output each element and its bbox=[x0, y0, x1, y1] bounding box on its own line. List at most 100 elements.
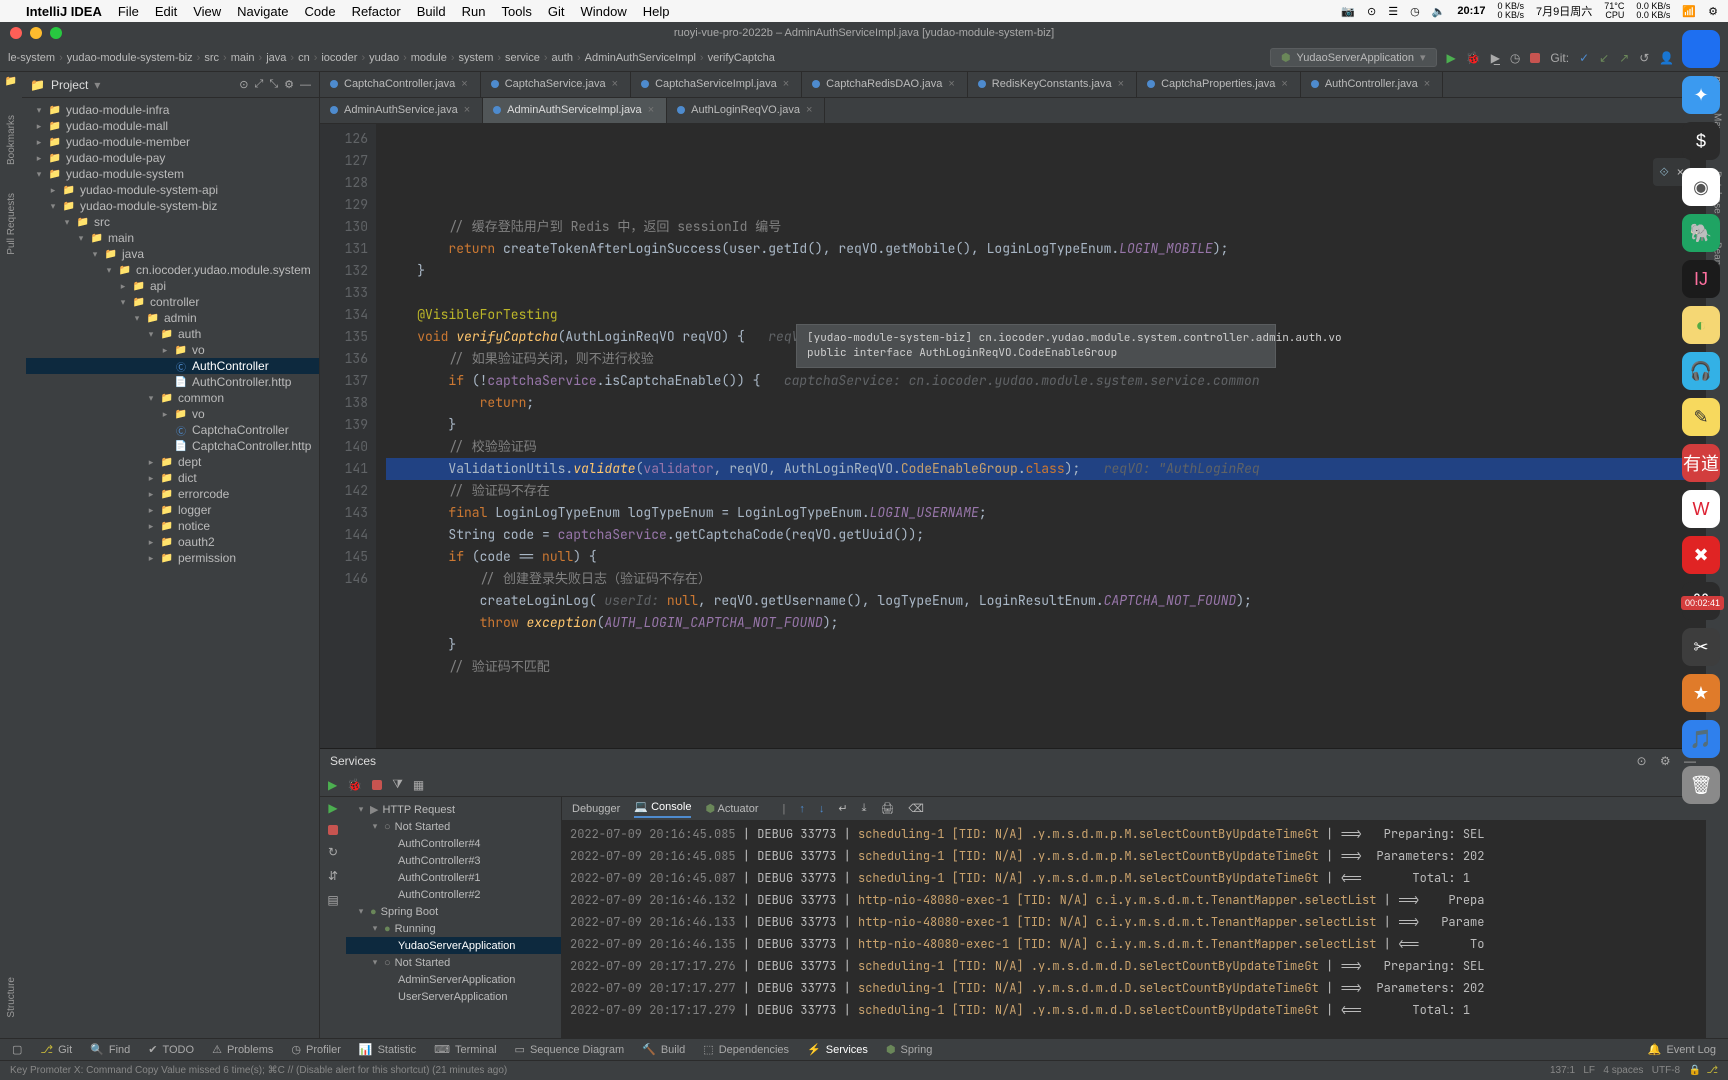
debug-button[interactable]: 🐞 bbox=[1466, 51, 1481, 65]
dock-app[interactable]: ✦ bbox=[1682, 76, 1720, 114]
expand-all-icon[interactable]: ⤢ bbox=[255, 78, 264, 91]
breadcrumb-item[interactable]: service bbox=[505, 52, 540, 64]
toolwindow-project[interactable]: 📁 bbox=[5, 76, 17, 87]
code-line[interactable]: // 创建登录失败日志（验证码不存在） bbox=[386, 568, 1706, 590]
filter-icon[interactable]: ⇵ bbox=[328, 869, 338, 883]
dock-app[interactable]: ◉ bbox=[1682, 168, 1720, 206]
dock-app[interactable]: W bbox=[1682, 490, 1720, 528]
project-tree-row[interactable]: ▸📁yudao-module-system-api bbox=[26, 182, 319, 198]
gutter-line[interactable]: 127 bbox=[320, 150, 368, 172]
status-eol[interactable]: LF bbox=[1583, 1065, 1595, 1076]
services-tree-row[interactable]: ▾○ Not Started bbox=[346, 954, 561, 971]
tool-git[interactable]: ⎇Git bbox=[40, 1043, 72, 1056]
project-tree-row[interactable]: 📄AuthController.http bbox=[26, 374, 319, 390]
project-tree-row[interactable]: ▸📁errorcode bbox=[26, 486, 319, 502]
console-wrap-icon[interactable]: ↵ bbox=[838, 802, 847, 815]
layout-icon[interactable]: ▤ bbox=[327, 893, 338, 907]
gutter-line[interactable]: 129 bbox=[320, 194, 368, 216]
project-tree-row[interactable]: ▾📁cn.iocoder.yudao.module.system bbox=[26, 262, 319, 278]
gutter-line[interactable]: 140 bbox=[320, 436, 368, 458]
project-panel-title[interactable]: Project bbox=[51, 78, 88, 92]
status-git-branch-icon[interactable]: ⎇ bbox=[1706, 1065, 1718, 1076]
services-tree-row[interactable]: ▾○ Not Started bbox=[346, 818, 561, 835]
tool-dependencies[interactable]: ⬚Dependencies bbox=[703, 1043, 789, 1056]
collapse-all-icon[interactable]: ⤡ bbox=[269, 78, 278, 91]
gutter-line[interactable]: 141 bbox=[320, 458, 368, 480]
status-cursor[interactable]: 137:1 bbox=[1550, 1065, 1575, 1076]
editor-tab[interactable]: AdminAuthService.java× bbox=[320, 98, 483, 123]
menu-file[interactable]: File bbox=[118, 4, 139, 19]
menubar-volume-icon[interactable]: 🔈 bbox=[1432, 5, 1446, 18]
close-tab-icon[interactable]: × bbox=[1281, 78, 1287, 90]
vcs-history-icon[interactable]: ↺ bbox=[1639, 51, 1649, 65]
log-line[interactable]: 2022-07-09 20:16:46.135 | DEBUG 33773 | … bbox=[570, 933, 1698, 955]
profile-button[interactable]: ◷ bbox=[1510, 51, 1520, 65]
close-tab-icon[interactable]: × bbox=[464, 104, 470, 116]
services-tree-row[interactable]: UserServerApplication bbox=[346, 988, 561, 1005]
gutter-line[interactable]: 128 bbox=[320, 172, 368, 194]
close-tab-icon[interactable]: × bbox=[806, 104, 812, 116]
project-tree-row[interactable]: ▸📁notice bbox=[26, 518, 319, 534]
editor-code[interactable]: ✔ ⟐ ✕ // 缓存登陆用户到 Redis 中，返回 sessionId 编号… bbox=[376, 124, 1706, 748]
dock-app[interactable] bbox=[1682, 30, 1720, 68]
code-line[interactable]: } bbox=[386, 414, 1706, 436]
dock-app[interactable]: ✂ bbox=[1682, 628, 1720, 666]
log-line[interactable]: 2022-07-09 20:17:17.276 | DEBUG 33773 | … bbox=[570, 955, 1698, 977]
breadcrumb-item[interactable]: cn bbox=[298, 52, 310, 64]
console-clear-icon[interactable]: ⌫ bbox=[908, 802, 924, 815]
code-line[interactable]: // 验证码不存在 bbox=[386, 480, 1706, 502]
project-tree-row[interactable]: ▸📁permission bbox=[26, 550, 319, 566]
gutter-line[interactable]: 131 bbox=[320, 238, 368, 260]
services-settings-icon[interactable]: ⊙ bbox=[1636, 754, 1646, 768]
menubar-icon[interactable]: ☰ bbox=[1388, 5, 1398, 18]
editor-tab[interactable]: AuthController.java× bbox=[1301, 72, 1443, 97]
log-line[interactable]: 2022-07-09 20:17:17.277 | DEBUG 33773 | … bbox=[570, 977, 1698, 999]
screen-record-badge[interactable]: 00:02:41 bbox=[1681, 596, 1724, 610]
services-run-icon[interactable]: ▶ bbox=[328, 778, 337, 792]
project-tree-row[interactable]: ▸📁yudao-module-mall bbox=[26, 118, 319, 134]
editor-gutter[interactable]: 1261271281291301311321331341351361371381… bbox=[320, 124, 376, 748]
project-tree-row[interactable]: ▸📁vo bbox=[26, 342, 319, 358]
toolwindow-pull-requests[interactable]: Pull Requests bbox=[6, 193, 17, 255]
log-line[interactable]: 2022-07-09 20:16:45.085 | DEBUG 33773 | … bbox=[570, 823, 1698, 845]
code-line[interactable]: if (!captchaService.isCaptchaEnable()) {… bbox=[386, 370, 1706, 392]
code-line[interactable]: // 缓存登陆用户到 Redis 中，返回 sessionId 编号 bbox=[386, 216, 1706, 238]
dock-app[interactable]: 🎵 bbox=[1682, 720, 1720, 758]
coverage-button[interactable]: ▶̲ bbox=[1491, 51, 1500, 65]
gutter-line[interactable]: 138 bbox=[320, 392, 368, 414]
settings-icon[interactable]: ⚙ bbox=[284, 78, 294, 91]
breadcrumb-item[interactable]: verifyCaptcha bbox=[708, 52, 775, 64]
tool-profiler[interactable]: ◷Profiler bbox=[291, 1043, 340, 1056]
code-line[interactable]: ValidationUtils.validate(validator, reqV… bbox=[386, 458, 1706, 480]
gutter-line[interactable]: 139 bbox=[320, 414, 368, 436]
code-line[interactable]: // 验证码不匹配 bbox=[386, 656, 1706, 678]
code-line[interactable]: } bbox=[386, 634, 1706, 656]
code-line[interactable]: @VisibleForTesting bbox=[386, 304, 1706, 326]
breadcrumb[interactable]: le-system›yudao-module-system-biz›src›ma… bbox=[8, 52, 1264, 64]
status-indent[interactable]: 4 spaces bbox=[1603, 1065, 1643, 1076]
editor-tab[interactable]: CaptchaService.java× bbox=[481, 72, 631, 97]
dock-app[interactable]: IJ bbox=[1682, 260, 1720, 298]
menu-run[interactable]: Run bbox=[462, 4, 486, 19]
project-tree-row[interactable]: ▾📁common bbox=[26, 390, 319, 406]
close-tab-icon[interactable]: × bbox=[612, 78, 618, 90]
services-tree-row[interactable]: YudaoServerApplication bbox=[346, 937, 561, 954]
services-tree-row[interactable]: AdminServerApplication bbox=[346, 971, 561, 988]
tool-problems[interactable]: ⚠Problems bbox=[212, 1043, 273, 1056]
hide-icon[interactable]: — bbox=[300, 79, 311, 91]
toolwindow-structure[interactable]: Structure bbox=[6, 977, 17, 1018]
services-pin-icon[interactable]: ↻ bbox=[328, 845, 338, 859]
gutter-line[interactable]: 136 bbox=[320, 348, 368, 370]
project-tree-row[interactable]: ▾📁auth bbox=[26, 326, 319, 342]
tab-debugger[interactable]: Debugger bbox=[572, 803, 620, 815]
project-tree-row[interactable]: ▾📁yudao-module-system-biz bbox=[26, 198, 319, 214]
project-tree-row[interactable]: ▸📁yudao-module-member bbox=[26, 134, 319, 150]
project-tree-row[interactable]: ▾📁src bbox=[26, 214, 319, 230]
tab-console[interactable]: 💻 Console bbox=[634, 800, 691, 818]
project-tree-row[interactable]: ▾📁admin bbox=[26, 310, 319, 326]
close-tab-icon[interactable]: × bbox=[648, 104, 654, 116]
log-line[interactable]: 2022-07-09 20:17:17.279 | DEBUG 33773 | … bbox=[570, 999, 1698, 1021]
code-line[interactable]: // 校验验证码 bbox=[386, 436, 1706, 458]
editor-tab[interactable]: AuthLoginReqVO.java× bbox=[667, 98, 825, 123]
project-tree-row[interactable]: ▾📁main bbox=[26, 230, 319, 246]
